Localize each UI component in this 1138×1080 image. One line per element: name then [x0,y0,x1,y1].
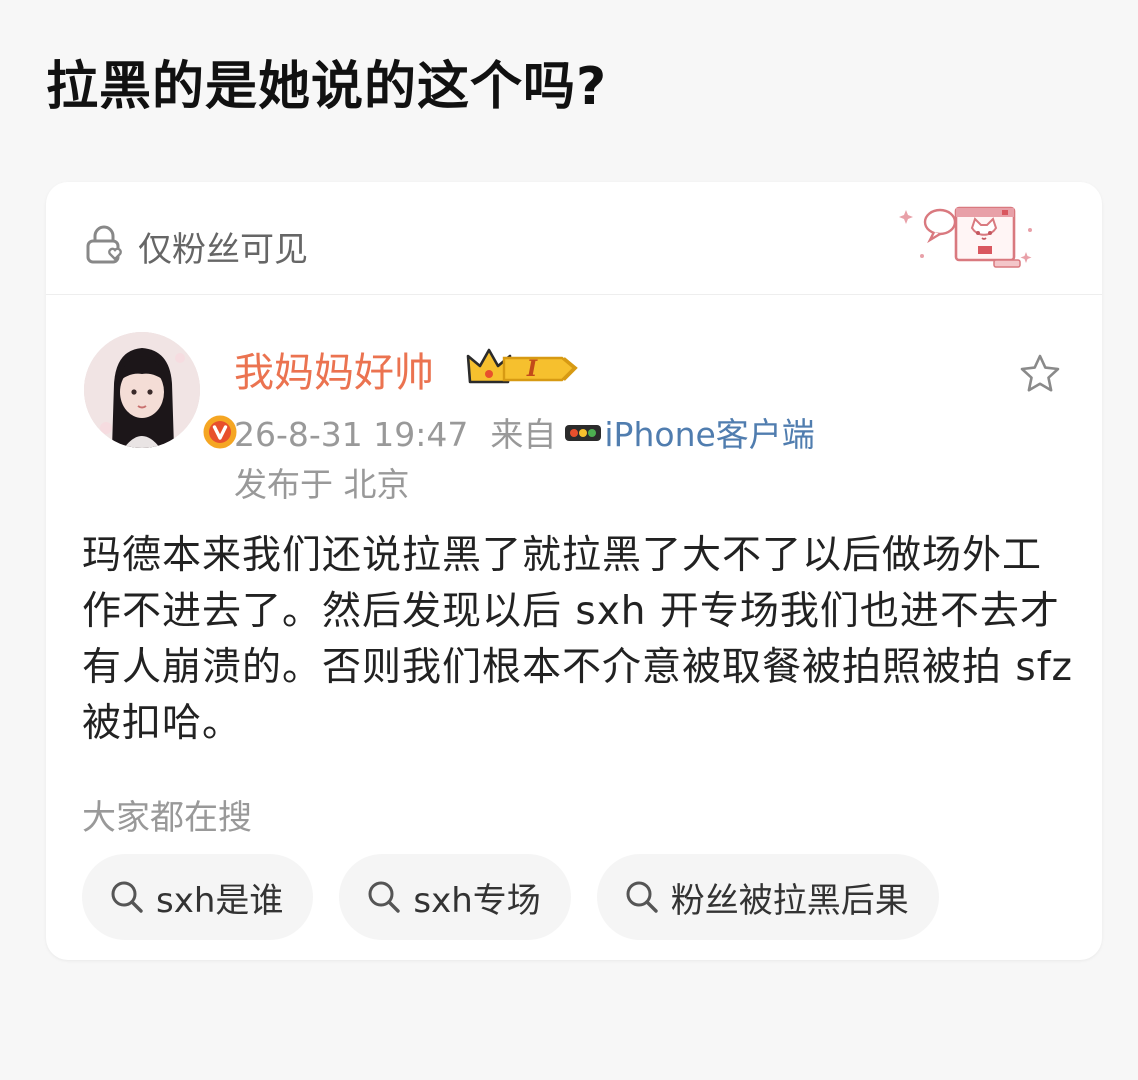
search-chip-label: sxh专场 [413,880,541,921]
vip-crown-badge[interactable]: I [466,342,578,388]
lock-icon [86,225,122,264]
page-title: 拉黑的是她说的这个吗? [46,57,608,117]
post-from-label: 来自 [490,415,557,454]
search-chip-label: 粉丝被拉黑后果 [670,880,909,921]
search-chip-sxh-special[interactable]: sxh专场 [339,854,571,940]
post-location: 发布于 北京 [234,465,410,504]
avatar-portrait-icon [84,332,200,448]
cat-sticker-icon [899,206,1032,268]
post-meta: 26-8-31 19:47 来自 iPhone客户端 [234,408,815,456]
search-chip-fan-blocked[interactable]: 粉丝被拉黑后果 [596,854,939,940]
username[interactable]: 我妈妈好帅 [234,340,434,398]
device-icon [565,424,602,441]
user-avatar[interactable] [84,332,200,448]
visibility-bar: 仅粉丝可见 [46,182,1102,295]
search-chips: sxh是谁 sxh专场 粉丝被拉黑后果 [82,854,939,940]
visibility-label: 仅粉丝可见 [138,230,308,270]
post-time: 26-8-31 19:47 [234,415,469,454]
post-card: 仅粉丝可见 我妈妈好帅 I 26-8-31 19:47 来自 iPhone客户端… [46,182,1102,960]
search-chip-label: sxh是谁 [156,880,284,921]
search-heading: 大家都在搜 [82,798,252,838]
search-chip-sxh-who[interactable]: sxh是谁 [82,854,314,940]
star-icon[interactable] [1018,352,1062,396]
search-icon [368,881,401,913]
device-link[interactable]: iPhone客户端 [604,415,814,454]
search-icon [626,881,658,913]
post-body: 玛德本来我们还说拉黑了就拉黑了大不了以后做场外工作不进去了。然后发现以后 sxh… [82,533,1073,746]
search-icon [111,881,143,913]
member-badge-text: I [526,356,538,382]
